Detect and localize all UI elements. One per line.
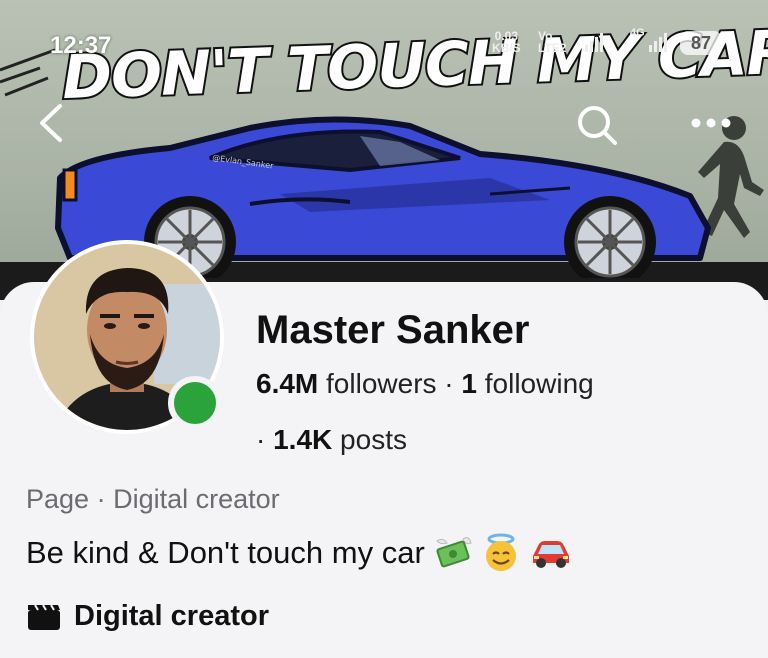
posts-count: 1.4K: [273, 424, 333, 455]
creator-label: Digital creator: [74, 600, 269, 632]
profile-stats-line-2: · 1.4K posts: [256, 424, 407, 456]
category-separator: ·: [96, 484, 106, 514]
red-car-icon: [532, 541, 569, 568]
more-horizontal-icon: [691, 118, 731, 128]
posts-link[interactable]: 1.4K posts: [273, 424, 407, 455]
search-icon: [578, 106, 617, 145]
following-link[interactable]: 1 following: [461, 368, 593, 399]
signal-strength-icon: [585, 33, 603, 52]
creator-info-row: Digital creator: [26, 600, 269, 633]
lte-label: LTE2: [538, 41, 567, 55]
category-label: Digital creator: [113, 484, 280, 514]
speed-unit: KB/S: [492, 41, 521, 55]
followers-count: 6.4M: [256, 368, 319, 399]
money-with-wings-icon: [435, 537, 472, 568]
followers-link[interactable]: 6.4M followers: [256, 368, 437, 399]
clapperboard-icon: [28, 603, 60, 630]
halo-smile-icon: [485, 533, 516, 571]
more-options-button[interactable]: [686, 108, 736, 138]
page-type-label: Page: [26, 484, 90, 514]
stats-separator-2: ·: [256, 424, 266, 455]
signal-strength-icon-2: [649, 33, 667, 52]
stats-separator: ·: [444, 368, 454, 399]
following-count: 1: [461, 368, 477, 399]
search-button[interactable]: [574, 102, 620, 148]
followers-label: followers: [326, 368, 437, 399]
posts-label: posts: [340, 424, 407, 455]
profile-bio: Be kind & Don't touch my car: [26, 533, 573, 573]
following-label: following: [484, 368, 594, 399]
bio-text: Be kind & Don't touch my car: [26, 535, 425, 570]
page-category: Page · Digital creator: [26, 484, 280, 515]
profile-name: Master Sanker: [256, 308, 530, 352]
online-status-indicator: [168, 376, 222, 430]
cover-title-text: DON'T TOUCH MY CAR!: [59, 15, 768, 115]
battery-indicator: 87: [680, 31, 722, 55]
profile-stats-line-1: 6.4M followers · 1 following: [256, 368, 594, 400]
status-time: 12:37: [50, 32, 112, 59]
status-network-speed: 0.03 KB/S: [492, 30, 521, 54]
status-volte: Vo LTE2: [538, 30, 566, 54]
back-button[interactable]: [32, 100, 72, 146]
network-type: 4G: [630, 27, 645, 39]
chevron-left-icon: [40, 104, 62, 142]
